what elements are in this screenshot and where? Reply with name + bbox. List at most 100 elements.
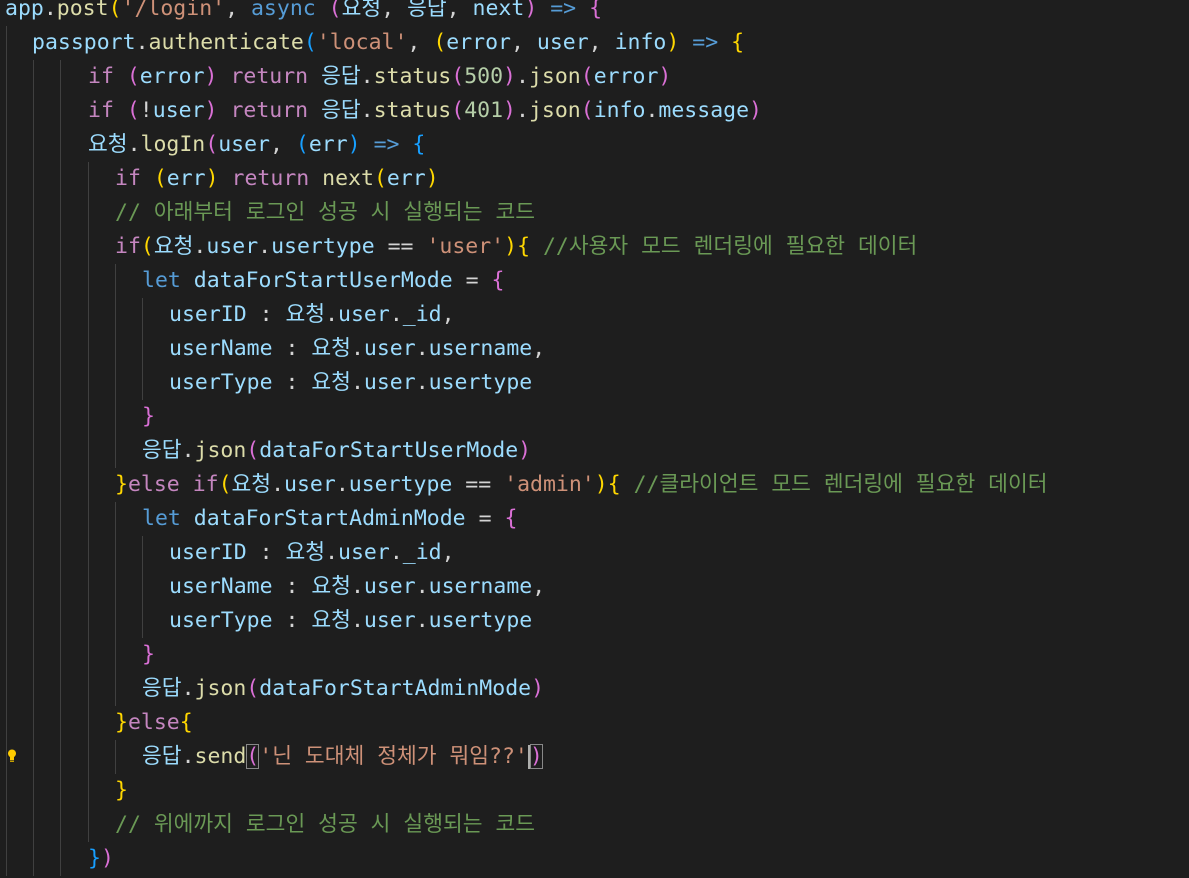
code-token: let (142, 506, 181, 531)
code-line[interactable]: userType : 요청.user.usertype (0, 366, 1189, 400)
indent-guide (60, 264, 61, 298)
code-token: 요청 (311, 370, 351, 395)
code-token: ( (373, 166, 387, 191)
code-token: send (194, 744, 247, 769)
code-token: ) (504, 234, 518, 259)
code-text: } (142, 400, 155, 434)
code-token: . (415, 336, 429, 361)
code-line[interactable]: userID : 요청.user._id, (0, 536, 1189, 570)
code-text: // 아래부터 로그인 성공 시 실행되는 코드 (115, 196, 535, 230)
code-token: { (517, 234, 531, 259)
code-text: userID : 요청.user._id, (169, 536, 455, 570)
code-line[interactable]: userType : 요청.user.usertype (0, 604, 1189, 638)
code-line[interactable]: passport.authenticate('local', (error, u… (0, 26, 1189, 60)
indent-guide (115, 502, 116, 536)
code-editor[interactable]: app.post('/login', async (요청, 응답, next) … (0, 0, 1189, 878)
code-token: } (115, 778, 128, 803)
code-text: userName : 요청.user.username, (169, 332, 545, 366)
indent-guide (6, 808, 7, 842)
indent-guide (115, 264, 116, 298)
indent-guide (33, 162, 34, 196)
code-token: == (452, 472, 505, 497)
code-token: ( (451, 64, 465, 89)
indent-guide (88, 400, 89, 434)
code-token: next (472, 0, 525, 21)
indent-guide (88, 604, 89, 638)
indent-guide (88, 808, 89, 842)
code-token: err (166, 166, 206, 191)
indent-guide (33, 740, 34, 774)
code-token: status (373, 64, 452, 89)
code-text: 응답.send('닌 도대체 정체가 뭐임??') (142, 740, 543, 774)
code-token: ! (139, 98, 153, 123)
code-line[interactable]: } (0, 638, 1189, 672)
code-token: 401 (464, 98, 504, 123)
indent-guide (33, 774, 34, 808)
code-token: logIn (140, 132, 206, 157)
code-line[interactable]: if (!user) return 응답.status(401).json(in… (0, 94, 1189, 128)
code-token: ) (347, 132, 361, 157)
indent-guide (88, 162, 89, 196)
code-token: . (360, 98, 374, 123)
code-token: . (271, 472, 285, 497)
indent-guide (60, 740, 61, 774)
code-line[interactable]: }) (0, 842, 1189, 876)
code-line[interactable]: app.post('/login', async (요청, 응답, next) … (0, 0, 1189, 26)
code-line[interactable]: if (err) return next(err) (0, 162, 1189, 196)
code-token: , (407, 30, 434, 55)
code-line[interactable]: // 아래부터 로그인 성공 시 실행되는 코드 (0, 196, 1189, 230)
indent-guide (60, 196, 61, 230)
code-token: passport (32, 30, 136, 55)
code-token: user (536, 30, 589, 55)
code-text: 응답.json(dataForStartUserMode) (142, 434, 531, 468)
code-line[interactable]: 응답.json(dataForStartAdminMode) (0, 672, 1189, 706)
code-token: : (246, 540, 286, 565)
code-line[interactable]: userName : 요청.user.username, (0, 570, 1189, 604)
indent-guide (6, 230, 7, 264)
code-line[interactable]: let dataForStartAdminMode = { (0, 502, 1189, 536)
indent-guide (6, 94, 7, 128)
indent-guide (60, 162, 61, 196)
code-line[interactable]: userID : 요청.user._id, (0, 298, 1189, 332)
code-line[interactable]: }else if(요청.user.usertype == 'admin'){ /… (0, 468, 1189, 502)
indent-guide (6, 502, 7, 536)
code-line[interactable]: 요청.logIn(user, (err) => { (0, 128, 1189, 162)
code-token: user (338, 302, 390, 327)
indent-guide (6, 706, 7, 740)
code-line[interactable]: } (0, 774, 1189, 808)
indent-guide (115, 740, 116, 774)
code-token: 요청 (311, 608, 351, 633)
indent-guide (60, 842, 61, 876)
code-token: if (115, 166, 141, 191)
code-line[interactable]: // 위에까지 로그인 성공 시 실행되는 코드 (0, 808, 1189, 842)
code-token: usertype (348, 472, 453, 497)
indent-guide (142, 604, 143, 638)
indent-guide (33, 672, 34, 706)
code-token: => (373, 132, 400, 157)
code-line[interactable]: } (0, 400, 1189, 434)
code-line[interactable]: let dataForStartUserMode = { (0, 264, 1189, 298)
code-token: . (325, 540, 339, 565)
code-text: if (err) return next(err) (115, 162, 439, 196)
indent-guide (88, 638, 89, 672)
code-text: userName : 요청.user.username, (169, 570, 545, 604)
code-line[interactable]: 응답.send('닌 도대체 정체가 뭐임??') (0, 740, 1189, 774)
code-token: ( (580, 98, 594, 123)
lightbulb-icon[interactable] (7, 749, 17, 763)
code-line[interactable]: if(요청.user.usertype == 'user'){ //사용자 모드… (0, 230, 1189, 264)
code-line[interactable]: userName : 요청.user.username, (0, 332, 1189, 366)
code-line[interactable]: }else{ (0, 706, 1189, 740)
code-line[interactable]: if (error) return 응답.status(500).json(er… (0, 60, 1189, 94)
indent-guide (115, 604, 116, 638)
indent-guide (60, 638, 61, 672)
code-line[interactable]: 응답.json(dataForStartUserMode) (0, 434, 1189, 468)
indent-guide (6, 842, 7, 876)
code-token: } (142, 642, 155, 667)
code-token: . (127, 132, 141, 157)
indent-guide (88, 536, 89, 570)
code-token: . (415, 370, 429, 395)
code-token: ( (126, 98, 140, 123)
